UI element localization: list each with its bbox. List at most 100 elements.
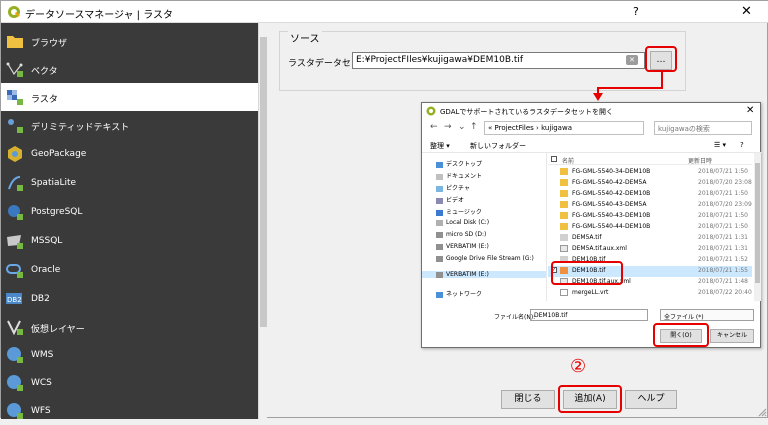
sidebar-item-label: デリミティッドテキスト <box>31 123 130 133</box>
qgis-logo-icon <box>426 106 436 116</box>
nav-item-label: ネットワーク <box>446 291 483 298</box>
forward-arrow-icon[interactable]: → <box>444 122 452 132</box>
pane-divider <box>546 153 547 301</box>
sidebar-item-wfs[interactable]: WFS <box>1 397 258 425</box>
nav-item-network[interactable]: ネットワーク <box>436 289 482 298</box>
dialog-search-input[interactable]: kujigawaの検索 <box>654 121 752 135</box>
filetype-select[interactable]: 全ファイル (*) <box>660 309 754 321</box>
nav-item-music[interactable]: ミュージック <box>436 207 482 216</box>
raster-path-input[interactable]: E:¥ProjectFIles¥kujigawa¥DEM10B.tif <box>352 52 645 69</box>
file-name: FG-GML-5540-44-DEM10B <box>572 223 651 230</box>
sidebar-item-mssql[interactable]: MSSQL <box>1 227 258 255</box>
clear-icon[interactable]: ✕ <box>626 55 638 65</box>
file-date: 2018/07/21 1:31 <box>698 234 748 241</box>
file-name: FG-GML-5540-42-DEM5A <box>572 179 647 186</box>
qgis-logo-icon <box>8 6 20 18</box>
close-button[interactable]: 閉じる <box>501 390 555 409</box>
nav-item-documents[interactable]: ドキュメント <box>436 171 482 180</box>
help-icon[interactable]: ? <box>633 5 639 18</box>
nav-item-local-disk[interactable]: Local Disk (C:) <box>436 219 489 226</box>
sidebar-item-label: ベクタ <box>31 67 58 77</box>
resize-grip-icon[interactable] <box>757 407 767 417</box>
file-row[interactable]: FG-GML-5540-43-DEM5A 2018/07/20 23:09 <box>548 200 752 211</box>
sidebar: ブラウザ ベクタ ラスタ デリミティッドテキスト GeoPackage Spat… <box>1 23 258 419</box>
file-row[interactable]: FG-GML-5540-42-DEM10B 2018/07/21 1:50 <box>548 189 752 200</box>
sidebar-item-postgresql[interactable]: PostgreSQL <box>1 198 258 226</box>
sidebar-item-db2[interactable]: DB2 DB2 <box>1 285 258 313</box>
help-button[interactable]: ヘルプ <box>625 390 677 409</box>
up-arrow-icon[interactable]: ↑ <box>470 122 478 132</box>
back-arrow-icon[interactable]: ← <box>430 122 438 132</box>
file-row[interactable]: DEM5A.tif 2018/07/21 1:31 <box>548 233 752 244</box>
dialog-close-icon[interactable]: ✕ <box>746 105 754 116</box>
recent-dropdown-icon[interactable]: ⌄ <box>458 122 466 132</box>
nav-item-label: VERBATIM (E:) <box>446 271 489 278</box>
folder-icon <box>560 201 568 208</box>
organize-button[interactable]: 整理 ▾ <box>430 141 450 151</box>
file-row[interactable]: FG-GML-5540-43-DEM10B 2018/07/21 1:50 <box>548 211 752 222</box>
spatialite-icon <box>8 176 23 191</box>
nav-item-google-drive[interactable]: Google Drive File Stream (G:) <box>436 255 534 262</box>
sidebar-item-virtual-layer[interactable]: 仮想レイヤー <box>1 313 258 341</box>
folder-icon <box>560 179 568 186</box>
file-date: 2018/07/21 1:31 <box>698 245 748 252</box>
highlight-selected-file <box>551 261 623 285</box>
sidebar-item-geopackage[interactable]: GeoPackage <box>1 140 258 168</box>
sidebar-item-spatialite[interactable]: SpatiaLite <box>1 169 258 197</box>
nav-item-verbatim-selected[interactable]: VERBATIM (E:) <box>422 271 546 278</box>
new-folder-button[interactable]: 新しいフォルダー <box>470 141 526 151</box>
folder-icon <box>560 168 568 175</box>
sidebar-item-label: WMS <box>31 350 54 360</box>
sidebar-scrollbar[interactable] <box>258 23 267 419</box>
address-bar[interactable]: « ProjectFiles › kujigawa <box>484 121 644 135</box>
file-date: 2018/07/21 1:50 <box>698 168 748 175</box>
sidebar-item-wcs[interactable]: WCS <box>1 369 258 397</box>
highlight-open-button <box>653 323 709 347</box>
file-open-dialog: GDALでサポートされているラスタデータセットを開く ✕ ← → ⌄ ↑ « P… <box>421 102 762 348</box>
cancel-button[interactable]: キャンセル <box>710 329 754 343</box>
dialog-nav-row: ← → ⌄ ↑ « ProjectFiles › kujigawa kujiga… <box>422 119 762 137</box>
scrollbar-thumb[interactable] <box>260 37 267 327</box>
file-list-scrollbar[interactable] <box>754 153 761 301</box>
view-options-icon[interactable]: ☰ ▾ <box>714 141 726 149</box>
picture-icon <box>436 185 443 192</box>
sidebar-item-oracle[interactable]: Oracle <box>1 256 258 284</box>
sidebar-item-browser[interactable]: ブラウザ <box>1 27 258 55</box>
file-row[interactable]: mergeLL.vrt 2018/07/22 20:40 <box>548 288 752 299</box>
file-name: FG-GML-5540-43-DEM5A <box>572 201 647 208</box>
file-row[interactable]: FG-GML-5540-34-DEM10B 2018/07/21 1:50 <box>548 167 752 178</box>
column-name-header[interactable]: 名前 <box>562 156 574 165</box>
drive-icon <box>436 231 443 238</box>
file-date: 2018/07/21 1:50 <box>698 223 748 230</box>
nav-item-micro-sd[interactable]: micro SD (D:) <box>436 231 486 238</box>
sidebar-item-delimited-text[interactable]: デリミティッドテキスト <box>1 111 258 139</box>
file-row[interactable]: DEM5A.tif.aux.xml 2018/07/21 1:31 <box>548 244 752 255</box>
arrow-head-icon <box>593 93 603 101</box>
sidebar-item-label: ラスタ <box>31 95 58 105</box>
sidebar-item-raster[interactable]: ラスタ <box>1 83 258 111</box>
folder-icon <box>7 36 23 48</box>
nav-item-label: Google Drive File Stream (G:) <box>446 255 534 262</box>
sidebar-item-wms[interactable]: WMS <box>1 341 258 369</box>
nav-item-label: デスクトップ <box>446 161 483 168</box>
help-icon[interactable]: ? <box>740 141 744 149</box>
drive-icon <box>436 271 443 278</box>
close-icon[interactable]: ✕ <box>741 4 752 19</box>
sidebar-item-vector[interactable]: ベクタ <box>1 55 258 83</box>
file-date: 2018/07/21 1:50 <box>698 190 748 197</box>
scrollbar-thumb[interactable] <box>755 163 760 283</box>
nav-item-videos[interactable]: ビデオ <box>436 195 464 204</box>
nav-item-desktop[interactable]: デスクトップ <box>436 159 482 168</box>
file-date: 2018/07/20 23:09 <box>698 201 752 208</box>
tif-file-icon <box>560 234 568 241</box>
file-row[interactable]: FG-GML-5540-42-DEM5A 2018/07/20 23:08 <box>548 178 752 189</box>
file-row[interactable]: FG-GML-5540-44-DEM10B 2018/07/21 1:50 <box>548 222 752 233</box>
nav-item-label: ドキュメント <box>446 173 483 180</box>
column-date-header[interactable]: 更新日時 <box>688 156 712 165</box>
select-all-checkbox[interactable] <box>551 156 557 162</box>
file-date: 2018/07/21 1:48 <box>698 278 748 285</box>
filename-input[interactable]: DEM10B.tif <box>530 309 648 321</box>
postgresql-icon <box>8 205 23 220</box>
nav-item-pictures[interactable]: ピクチャ <box>436 183 470 192</box>
nav-item-verbatim[interactable]: VERBATIM (E:) <box>436 243 489 250</box>
